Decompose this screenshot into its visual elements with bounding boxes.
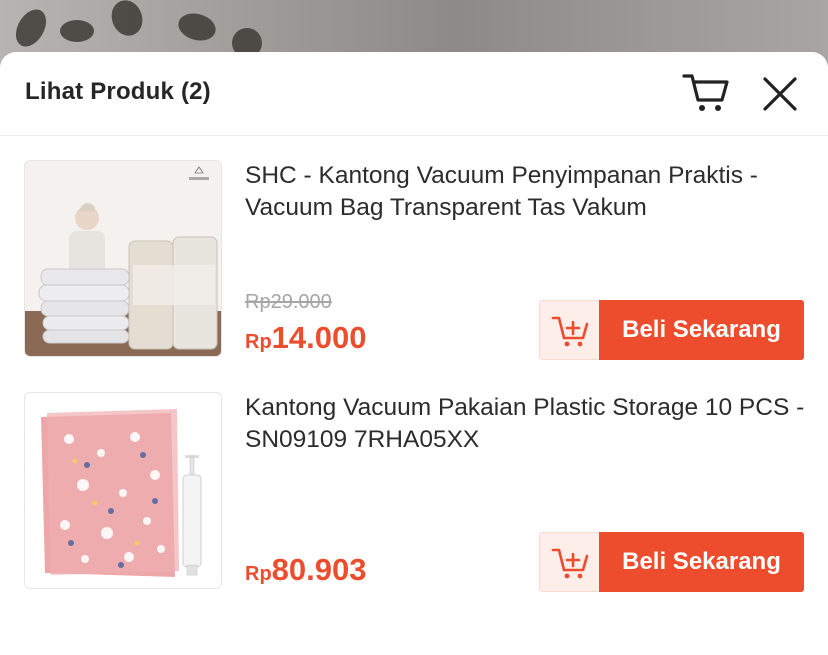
product-price: Rp14.000 [245,320,367,356]
original-price: Rp29.000 [245,291,332,313]
cart-icon [682,74,729,111]
price-currency: Rp [245,563,272,585]
product-item[interactable]: Kantong Vacuum Pakaian Plastic Storage 1… [0,392,828,592]
background-leaf [106,0,148,41]
price-value: 14.000 [271,320,367,355]
add-to-cart-icon [551,316,588,347]
product-photo-pink-vacuum-bag [25,393,221,588]
sheet-title: Lihat Produk (2) [25,78,211,105]
buy-now-group: Beli Sekarang [539,532,804,592]
product-name[interactable]: Kantong Vacuum Pakaian Plastic Storage 1… [245,392,805,456]
add-to-cart-button[interactable] [539,300,599,360]
product-photo-vacuum-bags [25,161,221,356]
close-icon [763,77,797,111]
background-leaf [175,9,219,45]
add-to-cart-icon [551,548,588,579]
close-button[interactable] [758,72,802,116]
buy-now-button[interactable]: Beli Sekarang [599,532,804,592]
price-currency: Rp [245,331,272,353]
product-image[interactable] [24,392,222,589]
product-price: Rp80.903 [245,552,367,588]
add-to-cart-button[interactable] [539,532,599,592]
buy-now-button[interactable]: Beli Sekarang [599,300,804,360]
buy-now-group: Beli Sekarang [539,300,804,360]
product-name[interactable]: SHC - Kantong Vacuum Penyimpanan Praktis… [245,160,805,224]
price-value: 80.903 [271,552,367,587]
product-item[interactable]: SHC - Kantong Vacuum Penyimpanan Praktis… [0,160,828,360]
background-leaf [60,20,94,42]
sheet-header: Lihat Produk (2) [0,52,828,136]
background-leaf [9,4,53,52]
cart-button[interactable] [680,70,730,114]
product-image[interactable] [24,160,222,357]
product-sheet: Lihat Produk (2) SHC - Kantong Vacuum Pe… [0,52,828,655]
